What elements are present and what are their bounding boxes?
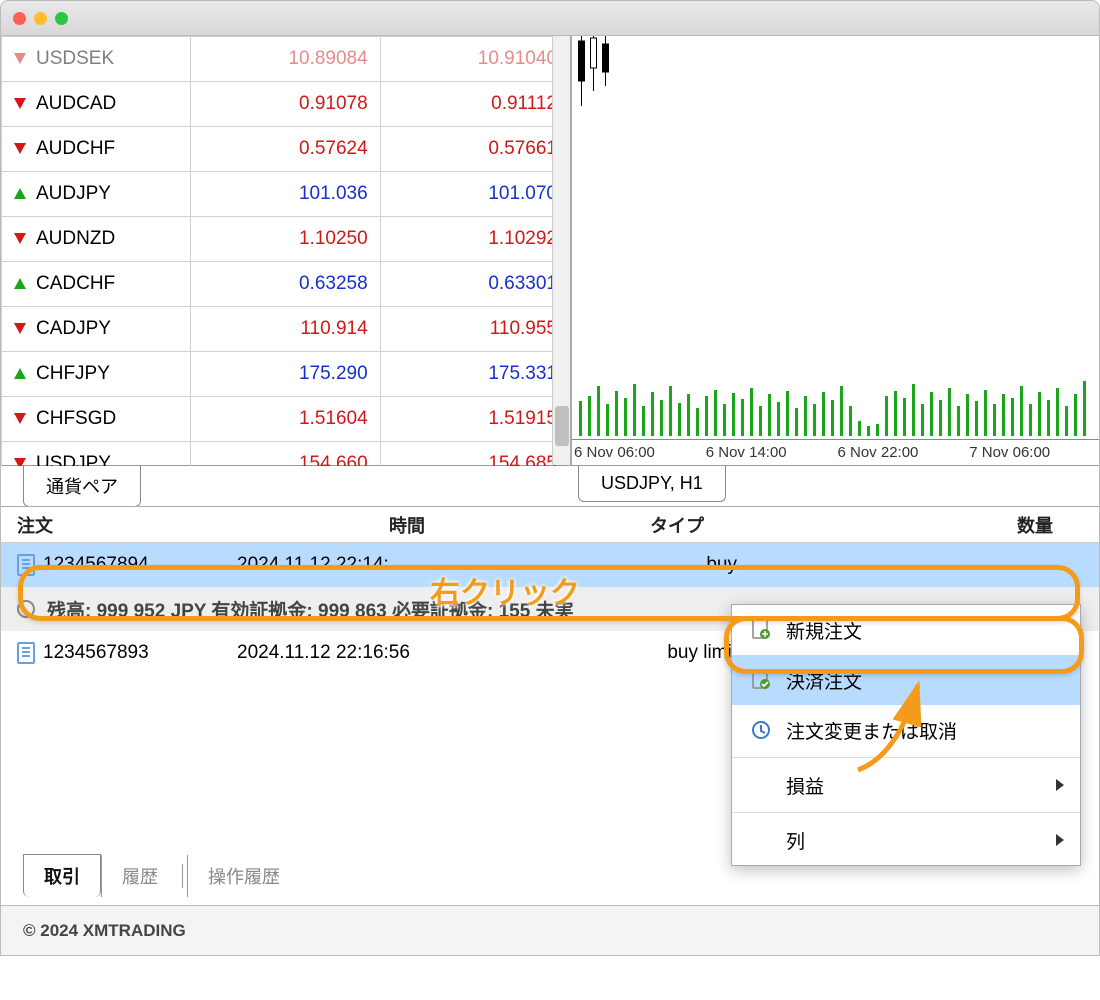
arrow-up-icon [14, 278, 26, 289]
col-order[interactable]: 注文 [17, 512, 237, 538]
close-order-icon [750, 669, 772, 691]
market-watch-tab[interactable]: 通貨ペア [23, 466, 141, 507]
arrow-down-icon [14, 323, 26, 334]
market-watch-row[interactable]: AUDJPY101.036101.070 [2, 172, 570, 217]
menu-label: 注文変更または取消 [786, 717, 957, 744]
col-type[interactable]: タイプ [577, 512, 777, 538]
order-id: 1234567893 [43, 642, 149, 664]
order-row-selected[interactable]: 1234567894 2024.11.12 22:14: buy [1, 543, 1099, 587]
market-watch-row[interactable]: USDJPY154.660154.685 [2, 442, 570, 467]
chart-panel[interactable]: 6 Nov 06:00 6 Nov 14:00 6 Nov 22:00 7 No… [571, 36, 1099, 465]
order-type: buy [577, 554, 777, 576]
modify-order-icon [750, 719, 772, 741]
minimize-window-button[interactable] [34, 12, 47, 25]
menu-label: 決済注文 [786, 667, 862, 694]
order-icon [17, 554, 35, 576]
new-order-icon [750, 619, 772, 641]
menu-label: 列 [786, 827, 805, 854]
tab-journal[interactable]: 操作履歴 [187, 855, 300, 897]
arrow-up-icon [14, 368, 26, 379]
market-watch-row[interactable]: CADJPY110.914110.955 [2, 307, 570, 352]
market-watch-panel: USDSEK10.8908410.91040AUDCAD0.910780.911… [1, 36, 571, 465]
arrow-down-icon [14, 458, 26, 466]
market-watch-row[interactable]: AUDCAD0.910780.91112 [2, 82, 570, 127]
menu-profit-loss[interactable]: 損益 [732, 760, 1080, 810]
tab-trade[interactable]: 取引 [23, 854, 101, 897]
order-time: 2024.11.12 22:14: [237, 554, 577, 576]
submenu-arrow-icon [1056, 779, 1064, 791]
footer: © 2024 XMTRADING [1, 905, 1099, 955]
arrow-up-icon [14, 188, 26, 199]
footer-text: © 2024 XMTRADING [23, 921, 186, 941]
col-volume[interactable]: 数量 [777, 512, 1083, 538]
terminal-tabs: 取引 履歴 操作履歴 [23, 854, 300, 897]
arrow-down-icon [14, 413, 26, 424]
balance-icon [17, 600, 35, 618]
arrow-down-icon [14, 53, 26, 64]
context-menu: 新規注文 決済注文 注文変更または取消 損益 列 [731, 604, 1081, 866]
scrollbar-thumb[interactable] [555, 406, 569, 446]
chart-x-axis: 6 Nov 06:00 6 Nov 14:00 6 Nov 22:00 7 No… [572, 439, 1099, 465]
market-watch-row[interactable]: CHFSGD1.516041.51915 [2, 397, 570, 442]
market-watch-row[interactable]: USDSEK10.8908410.91040 [2, 37, 570, 82]
orders-header: 注文 時間 タイプ 数量 [1, 507, 1099, 543]
market-watch-row[interactable]: CADCHF0.632580.63301 [2, 262, 570, 307]
tab-history[interactable]: 履歴 [101, 855, 178, 897]
menu-modify-order[interactable]: 注文変更または取消 [732, 705, 1080, 755]
market-watch-table[interactable]: USDSEK10.8908410.91040AUDCAD0.910780.911… [1, 36, 570, 466]
market-watch-row[interactable]: AUDCHF0.576240.57661 [2, 127, 570, 172]
arrow-down-icon [14, 98, 26, 109]
mac-titlebar [0, 0, 1100, 36]
app-window: USDSEK10.8908410.91040AUDCAD0.910780.911… [0, 36, 1100, 956]
close-window-button[interactable] [13, 12, 26, 25]
balance-text: 残高: 999 952 JPY 有効証拠金: 999 863 必要証拠金: 15… [47, 596, 574, 623]
market-watch-row[interactable]: CHFJPY175.290175.331 [2, 352, 570, 397]
maximize-window-button[interactable] [55, 12, 68, 25]
arrow-down-icon [14, 143, 26, 154]
col-time[interactable]: 時間 [237, 512, 577, 538]
menu-close-order[interactable]: 決済注文 [732, 655, 1080, 705]
menu-columns[interactable]: 列 [732, 815, 1080, 865]
menu-new-order[interactable]: 新規注文 [732, 605, 1080, 655]
arrow-down-icon [14, 233, 26, 244]
chart-tab[interactable]: USDJPY, H1 [578, 466, 726, 502]
market-watch-row[interactable]: AUDNZD1.102501.10292 [2, 217, 570, 262]
menu-label: 新規注文 [786, 617, 862, 644]
order-id: 1234567894 [43, 554, 149, 576]
menu-label: 損益 [786, 772, 824, 799]
menu-separator [732, 812, 1080, 813]
menu-separator [732, 757, 1080, 758]
market-watch-scrollbar[interactable] [552, 36, 570, 465]
order-icon [17, 642, 35, 664]
submenu-arrow-icon [1056, 834, 1064, 846]
order-time: 2024.11.12 22:16:56 [237, 642, 577, 664]
